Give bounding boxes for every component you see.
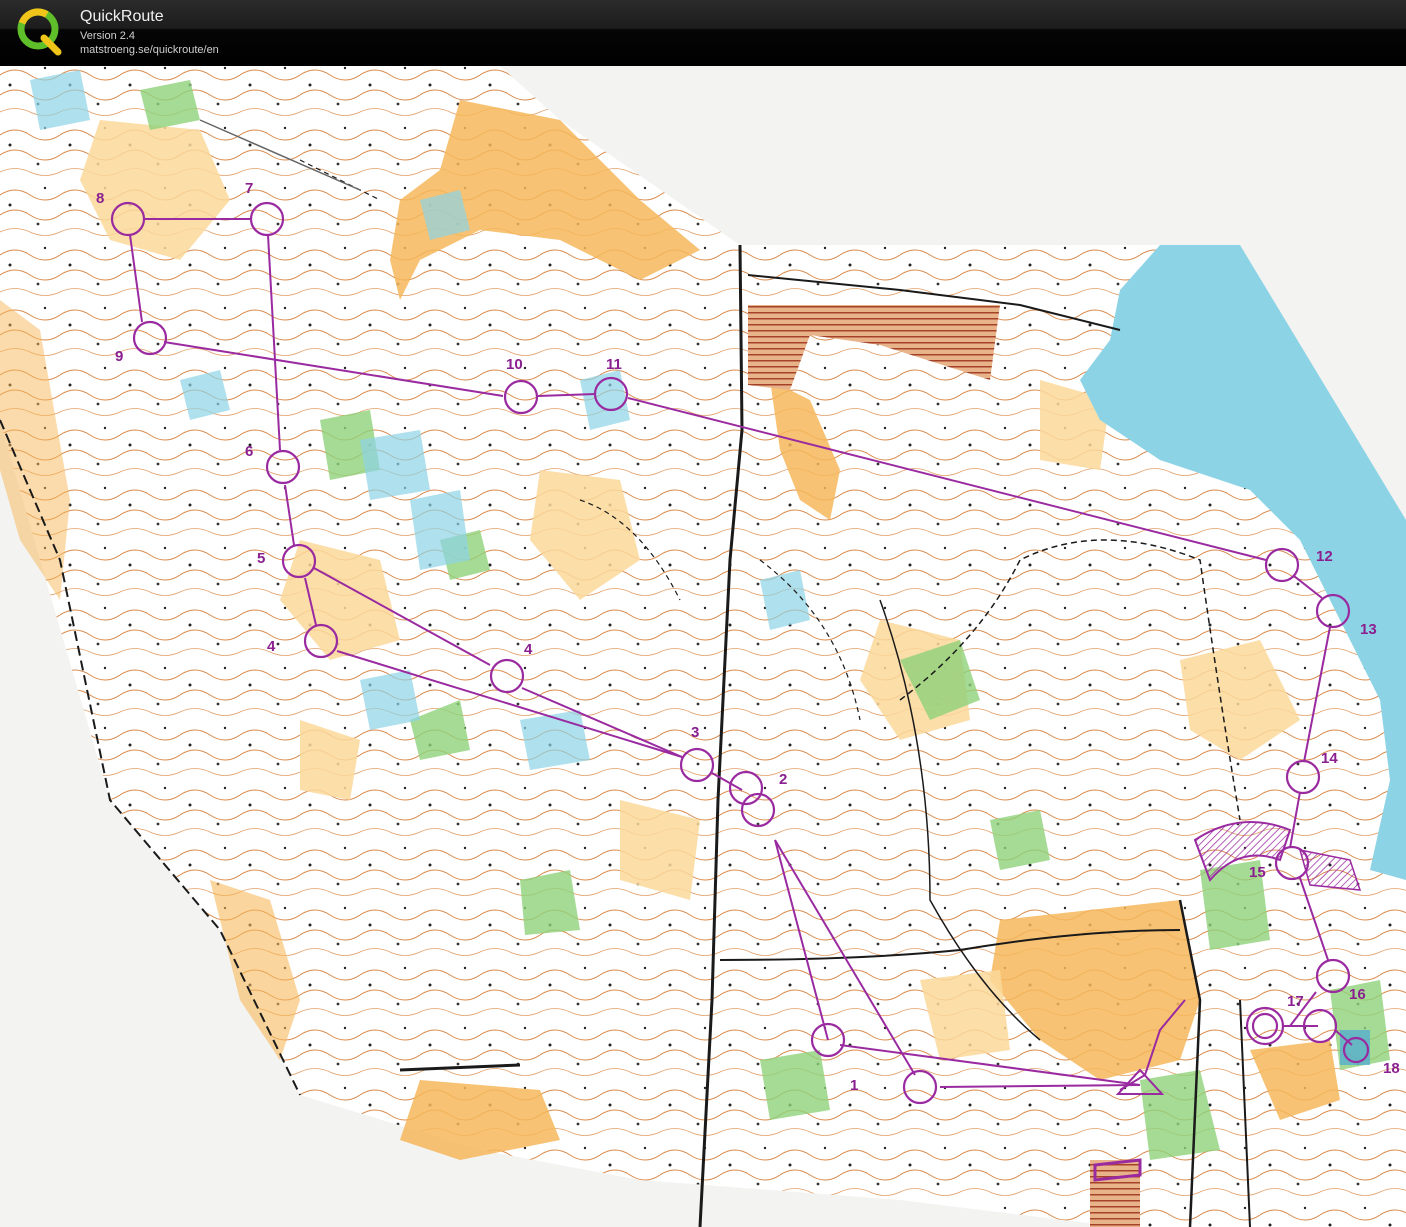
control-label-8: 8 — [96, 190, 104, 207]
control-label-4-extra: 4 — [267, 638, 276, 655]
control-label-13: 13 — [1360, 621, 1377, 638]
control-label-9: 9 — [115, 348, 123, 365]
app-header: QuickRoute Version 2.4 matstroeng.se/qui… — [0, 0, 1406, 66]
control-label-3: 3 — [691, 724, 699, 741]
control-label-4: 4 — [524, 641, 533, 658]
control-label-14: 14 — [1321, 750, 1338, 767]
control-label-15: 15 — [1249, 864, 1266, 881]
app-title: QuickRoute — [80, 8, 164, 25]
control-label-6: 6 — [245, 443, 253, 460]
control-label-5: 5 — [257, 550, 265, 567]
control-label-11: 11 — [606, 356, 622, 373]
app-url[interactable]: matstroeng.se/quickroute/en — [80, 44, 219, 56]
control-label-2: 2 — [779, 771, 787, 788]
control-label-17: 17 — [1287, 993, 1304, 1010]
control-label-1: 1 — [850, 1077, 858, 1094]
control-label-12: 12 — [1316, 548, 1333, 565]
app-version: Version 2.4 — [80, 30, 136, 42]
control-label-10: 10 — [506, 356, 523, 373]
control-label-7: 7 — [245, 180, 253, 197]
quickroute-logo-icon — [17, 8, 62, 56]
settlement-area-south — [1090, 1160, 1140, 1227]
control-label-16: 16 — [1349, 986, 1366, 1003]
map-area[interactable]: 1 2 3 4 5 6 7 8 9 10 11 12 13 14 15 16 1… — [0, 66, 1406, 1227]
control-label-18: 18 — [1383, 1060, 1400, 1077]
orienteering-map[interactable]: 1 2 3 4 5 6 7 8 9 10 11 12 13 14 15 16 1… — [0, 66, 1406, 1227]
map-extent — [0, 66, 1406, 1227]
